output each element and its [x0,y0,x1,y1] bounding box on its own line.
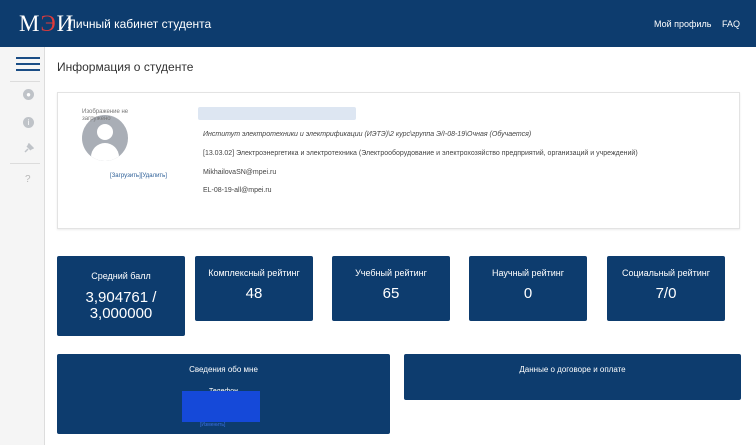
section-title: Сведения обо мне [189,365,258,374]
upload-photo-link[interactable]: [Загрузить] [110,173,141,179]
faq-link[interactable]: FAQ [722,19,740,29]
student-name-redacted [198,107,356,120]
group-email: EL-08-19-all@mpei.ru [203,187,272,194]
stat-value: 3,904761 / 3,000000 [85,289,157,322]
stat-card-complex-rating[interactable]: Комплексный рейтинг 48 [195,256,313,321]
page-title: Информация о студенте [57,60,194,74]
edit-phone-link[interactable]: [Изменить] [200,422,225,428]
about-me-section[interactable]: Сведения обо мне Телефон [Изменить] [57,354,390,434]
photo-actions: [Загрузить][Удалить] [110,173,167,179]
help-icon[interactable]: ? [25,174,31,185]
student-email: MikhailovaSN@mpei.ru [203,169,277,176]
stat-label: Учебный рейтинг [355,268,427,278]
stat-value: 65 [382,285,400,302]
photo-alt-text: Изображение не загружено [82,109,129,122]
stat-value: 7/0 [655,285,677,302]
logo-letter-m: М [19,11,41,36]
stat-label: Комплексный рейтинг [208,268,300,278]
sidebar: ● i ? [0,47,45,445]
stat-card-academic-rating[interactable]: Учебный рейтинг 65 [332,256,450,321]
logo-letter-e: Э [40,11,57,36]
contract-payment-section[interactable]: Данные о договоре и оплате [404,354,741,400]
stat-label: Научный рейтинг [492,268,564,278]
section-title: Данные о договоре и оплате [519,365,626,374]
stat-card-average-grade[interactable]: Средний балл 3,904761 / 3,000000 [57,256,185,336]
program-info: [13.03.02] Электроэнергетика и электроте… [203,150,638,157]
phone-value-redacted [182,391,260,422]
sidebar-divider [10,163,40,164]
app-title: Личный кабинет студента [68,17,212,31]
pin-icon[interactable] [23,143,34,154]
menu-icon[interactable] [16,57,40,73]
stat-label: Социальный рейтинг [621,268,711,278]
stat-label: Средний балл [91,271,151,281]
sidebar-divider [10,81,40,82]
info-icon[interactable]: i [23,117,34,128]
top-navbar: МЭИ Личный кабинет студента Мой профиль … [0,0,756,47]
student-info-card: Изображение не загружено [Загрузить][Уда… [57,92,740,229]
stat-card-social-rating[interactable]: Социальный рейтинг 7/0 [607,256,725,321]
delete-photo-link[interactable]: [Удалить] [141,173,167,179]
mpei-logo[interactable]: МЭИ [19,11,74,37]
my-profile-link[interactable]: Мой профиль [654,19,711,29]
stat-value: 0 [523,285,533,302]
institute-info: Институт электротехники и электрификации… [203,131,532,138]
stat-value: 48 [245,285,263,302]
bell-icon[interactable]: ● [23,89,34,100]
stat-card-science-rating[interactable]: Научный рейтинг 0 [469,256,587,321]
